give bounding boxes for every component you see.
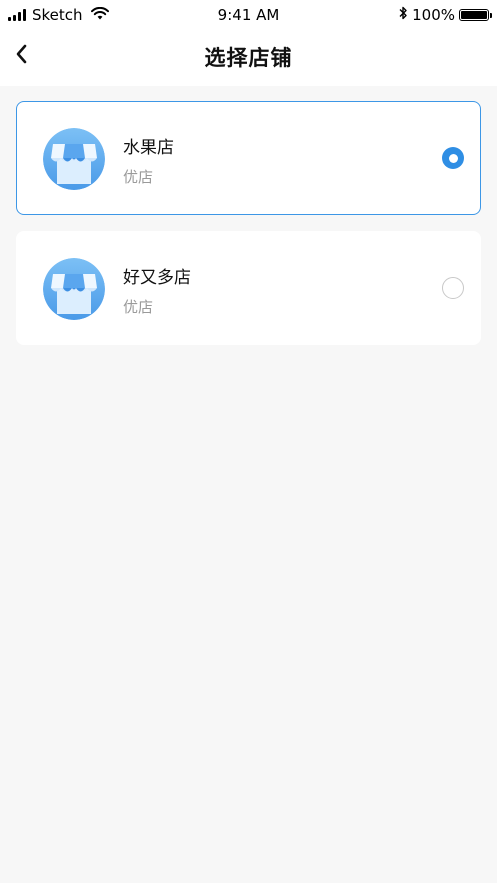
store-type: 优店: [123, 298, 154, 316]
storefront-icon: [43, 128, 105, 190]
nav-bar: 选择店铺: [0, 30, 497, 86]
page-title: 选择店铺: [204, 46, 293, 70]
select-store-screen: Sketch 9:41 AM 100% 选择店铺 水果店 优店 好又多店 优店: [0, 0, 497, 883]
battery-level: [461, 11, 487, 19]
storefront-icon: [43, 258, 105, 320]
store-name: 水果店: [123, 138, 174, 158]
battery-percentage: 100%: [412, 6, 455, 24]
status-right: 100%: [398, 6, 492, 24]
radio-dot: [448, 153, 458, 163]
store-card-fruit-shop[interactable]: 水果店 优店: [16, 101, 481, 215]
store-list: 水果店 优店 好又多店 优店: [0, 86, 497, 345]
status-bar: Sketch 9:41 AM 100%: [0, 0, 497, 30]
store-name: 好又多店: [123, 268, 191, 288]
header-area: Sketch 9:41 AM 100% 选择店铺: [0, 0, 497, 86]
bluetooth-icon: [398, 6, 408, 24]
store-card-haoyouduo-shop[interactable]: 好又多店 优店: [16, 231, 481, 345]
battery-icon: [459, 9, 492, 21]
radio-unselected[interactable]: [442, 277, 464, 299]
store-type: 优店: [123, 168, 154, 186]
radio-selected[interactable]: [442, 147, 464, 169]
